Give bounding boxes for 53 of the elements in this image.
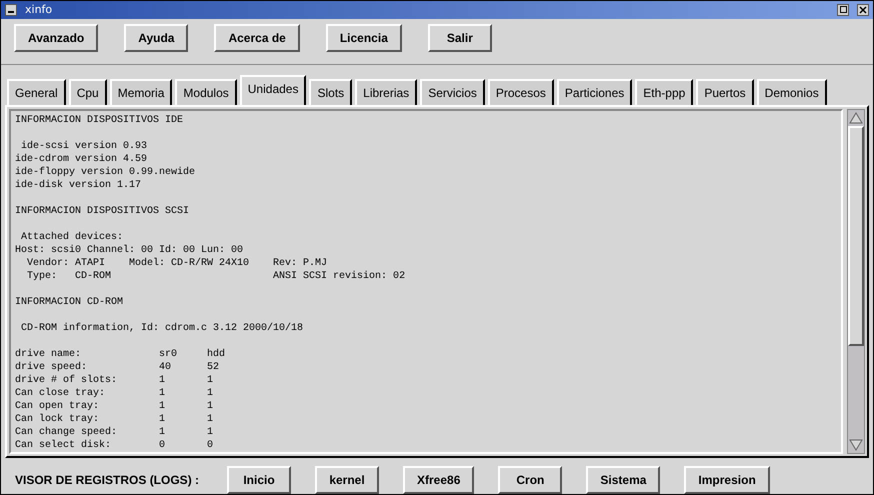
toolbar-button[interactable]: Salir bbox=[428, 24, 492, 52]
output-line: Host: scsi0 Channel: 00 Id: 00 Lun: 00 bbox=[15, 244, 244, 257]
tab[interactable]: General bbox=[7, 78, 66, 105]
output-line: INFORMACION DISPOSITIVOS IDE bbox=[15, 114, 184, 127]
log-button[interactable]: Impresion bbox=[684, 466, 770, 494]
scroll-up-icon[interactable] bbox=[848, 110, 864, 126]
log-button[interactable]: kernel bbox=[315, 466, 380, 494]
tab[interactable]: Memoria bbox=[110, 78, 172, 105]
log-button[interactable]: Cron bbox=[498, 466, 562, 494]
output-line: Can lock tray: 1 1 bbox=[15, 412, 214, 426]
toolbar-button[interactable]: Ayuda bbox=[124, 24, 188, 52]
tab[interactable]: Modulos bbox=[175, 78, 237, 105]
output-line: CD-ROM information, Id: cdrom.c 3.12 2000/10/18 bbox=[20, 322, 304, 335]
tab[interactable]: Procesos bbox=[488, 78, 554, 105]
output-line: INFORMACION CD-ROM bbox=[15, 296, 124, 309]
output-line: ide-scsi version 0.93 bbox=[20, 140, 148, 153]
output-line: ide-cdrom version 4.59 bbox=[15, 152, 148, 166]
scroll-down-icon[interactable] bbox=[848, 437, 864, 453]
vertical-scrollbar[interactable] bbox=[847, 108, 865, 454]
tab[interactable]: Puertos bbox=[696, 78, 754, 105]
close-icon[interactable] bbox=[857, 4, 869, 16]
window-title: xinfo bbox=[25, 2, 54, 18]
tab[interactable]: Librerias bbox=[355, 78, 418, 105]
output-line: Type: CD-ROM ANSI SCSI revision: 02 bbox=[26, 270, 406, 283]
output-line: Can change speed: 1 1 bbox=[15, 426, 214, 439]
logs-label: VISOR DE REGISTROS (LOGS) : bbox=[15, 472, 200, 489]
tab[interactable]: Cpu bbox=[68, 78, 107, 105]
tab[interactable]: Demonios bbox=[756, 78, 827, 105]
output-line: drive speed: 40 52 bbox=[15, 360, 220, 374]
log-button[interactable]: Sistema bbox=[586, 466, 660, 494]
output-line: ide-floppy version 0.99.newide bbox=[15, 166, 196, 179]
log-button[interactable]: Inicio bbox=[227, 466, 292, 494]
output-line: Vendor: ATAPI Model: CD-R/RW 24X10 Rev: P.MJ bbox=[26, 256, 328, 270]
output-line: Can select disk: 0 0 bbox=[15, 438, 214, 452]
maximize-icon[interactable] bbox=[837, 4, 849, 16]
output-line: drive # of slots: 1 1 bbox=[15, 374, 214, 387]
toolbar-button[interactable]: Licencia bbox=[326, 24, 402, 52]
log-button[interactable]: Xfree86 bbox=[403, 466, 474, 494]
output-line: Can open tray: 1 1 bbox=[15, 400, 214, 413]
window-menu-icon[interactable] bbox=[5, 4, 17, 16]
toolbar-button[interactable]: Acerca de bbox=[214, 24, 300, 52]
output-line: INFORMACION DISPOSITIVOS SCSI bbox=[15, 204, 190, 218]
tab[interactable]: Unidades bbox=[240, 74, 306, 105]
scrollbar-thumb[interactable] bbox=[848, 126, 864, 346]
output-line: Attached devices: bbox=[20, 230, 124, 244]
tab[interactable]: Slots bbox=[309, 78, 352, 105]
output-line: ide-disk version 1.17 bbox=[15, 178, 142, 192]
tab[interactable]: Eth-ppp bbox=[635, 78, 694, 105]
output-line: Can close tray: 1 1 bbox=[15, 386, 214, 400]
toolbar-button[interactable]: Avanzado bbox=[14, 24, 98, 52]
tab[interactable]: Servicios bbox=[420, 78, 485, 105]
tab[interactable]: Particiones bbox=[556, 78, 632, 105]
output-line: drive name: sr0 hdd bbox=[15, 348, 226, 361]
